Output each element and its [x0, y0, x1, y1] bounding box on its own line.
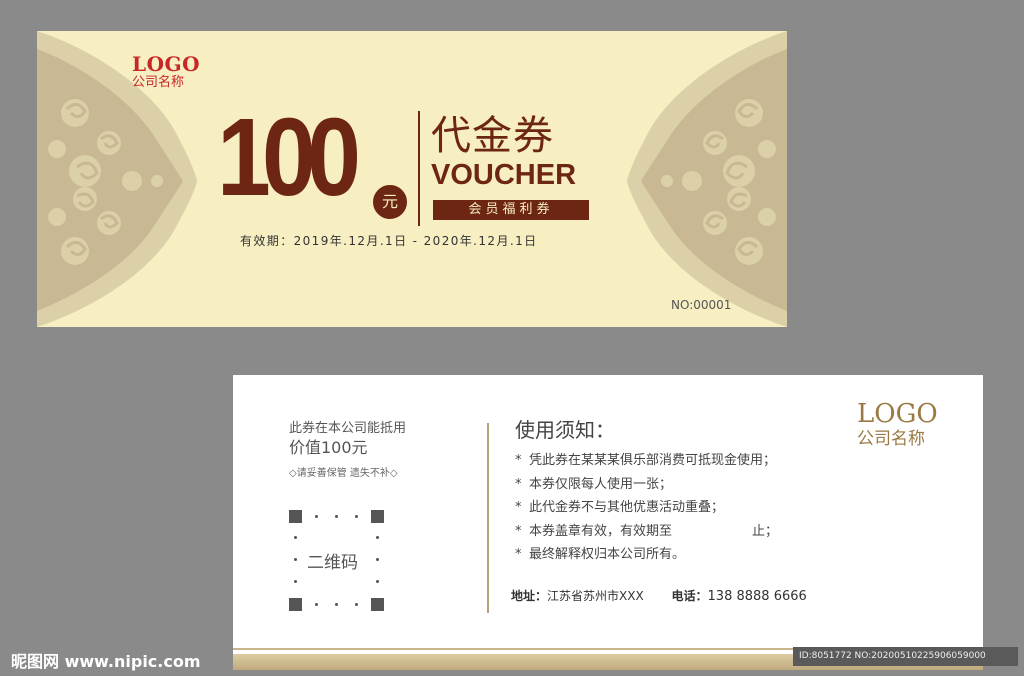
list-item: * 本券盖章有效，有效期至 止； [515, 523, 779, 539]
phone-value: 138 8888 6666 [707, 589, 807, 604]
address-label: 地址： [511, 589, 548, 603]
qr-corner-icon [371, 510, 384, 523]
validity-period: 有效期：2019年.12月.1日 - 2020年.12月.1日 [240, 234, 538, 248]
voucher-front: LOGO 公司名称 100 元 代金券 VOUCHER 会员福利券 有效期：20… [37, 31, 787, 327]
ornament-right-icon [627, 31, 787, 327]
contact-info: 地址：江苏省苏州市XXX 电话：138 8888 6666 [511, 587, 807, 604]
qr-corner-icon [289, 598, 302, 611]
voucher-title-cn: 代金券 [431, 113, 554, 159]
company-name: 公司名称 [132, 75, 185, 90]
qr-dot [335, 603, 338, 606]
qr-dot [294, 536, 297, 539]
member-benefit-label: 会员福利券 [433, 200, 589, 220]
qr-dot [315, 603, 318, 606]
qr-dot [335, 515, 338, 518]
qr-code-label: 二维码 [307, 553, 358, 573]
qr-corner-icon [371, 598, 384, 611]
qr-corner-icon [289, 510, 302, 523]
qr-dot [355, 603, 358, 606]
keep-safe-note: ◇请妥善保管 遗失不补◇ [289, 468, 398, 480]
divider [487, 423, 489, 613]
address-value: 江苏省苏州市XXX [547, 589, 644, 603]
redeem-line: 此券在本公司能抵用 [289, 421, 407, 436]
phone-label: 电话： [671, 589, 708, 603]
redeem-info: 此券在本公司能抵用 价值100元 ◇请妥善保管 遗失不补◇ [289, 421, 406, 479]
list-item: * 此代金券不与其他优惠活动重叠； [515, 500, 725, 515]
qr-dot [315, 515, 318, 518]
redeem-value: 价值100元 [289, 437, 368, 457]
company-name: 公司名称 [857, 429, 925, 449]
voucher-back: 此券在本公司能抵用 价值100元 ◇请妥善保管 遗失不补◇ 二维码 使用须知： … [233, 375, 983, 670]
qr-dot [294, 580, 297, 583]
logo-mark: LOGO [132, 52, 200, 76]
amount-unit-badge: 元 [371, 183, 409, 221]
usage-notice-title: 使用须知： [515, 418, 615, 442]
list-item: * 本券仅限每人使用一张； [515, 476, 673, 492]
list-item: * 凭此券在某某某俱乐部消费可抵现金使用； [515, 453, 777, 468]
qr-dot [355, 515, 358, 518]
voucher-title-en: VOUCHER [431, 159, 577, 191]
qr-dot [376, 580, 379, 583]
logo-mark: LOGO [857, 399, 938, 429]
company-logo: LOGO 公司名称 [857, 401, 938, 449]
company-logo: LOGO 公司名称 [132, 54, 200, 91]
qr-dot [376, 536, 379, 539]
usage-notice-list: * 凭此券在某某某俱乐部消费可抵现金使用； * 本券仅限每人使用一张； * 此代金券不… [515, 449, 778, 567]
voucher-amount: 100 [217, 96, 361, 219]
divider [418, 111, 420, 226]
serial-number: NO:00001 [671, 298, 732, 312]
watermark-site: www.nipic.com [64, 652, 201, 671]
watermark-id: ID:8051772 NO:20200510225906059000 [793, 647, 1018, 666]
watermark-brand: 昵图网 [11, 652, 60, 671]
list-item: * 最终解释权归本公司所有。 [515, 547, 686, 562]
qr-dot [376, 558, 379, 561]
qr-dot [294, 558, 297, 561]
watermark-left: 昵图网 www.nipic.com [11, 648, 201, 672]
qr-code-placeholder: 二维码 [289, 510, 384, 611]
